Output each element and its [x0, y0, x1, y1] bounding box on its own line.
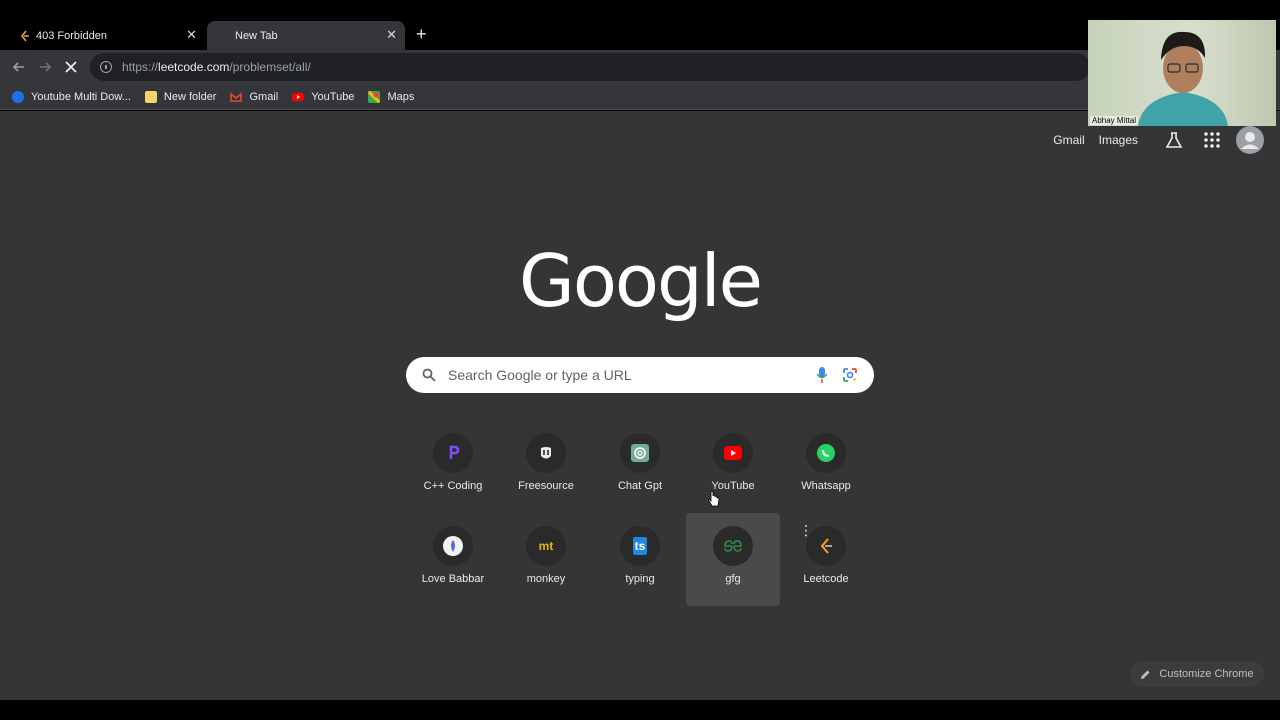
shortcut-leetcode[interactable]: Leetcode: [779, 513, 873, 606]
shortcut-gfg[interactable]: gfg ⋮: [686, 513, 813, 606]
shortcut-label: Leetcode: [803, 573, 849, 585]
shortcut-whatsapp[interactable]: Whatsapp: [779, 420, 873, 513]
close-tab-icon[interactable]: ✕: [186, 28, 197, 42]
shortcut-label: typing: [625, 573, 655, 585]
youtube-icon: [292, 92, 305, 101]
bookmark-label: Maps: [387, 90, 415, 103]
top-links: Gmail Images: [1053, 126, 1264, 154]
shortcut-chat-gpt[interactable]: Chat Gpt: [593, 420, 687, 513]
bookmark-label: New folder: [163, 90, 217, 103]
account-avatar-icon[interactable]: [1236, 126, 1264, 154]
gfg-icon: [713, 526, 753, 566]
monkeytype-icon: mt: [526, 526, 566, 566]
new-tab-plus-icon[interactable]: +: [416, 24, 427, 44]
love-babbar-icon: [433, 526, 473, 566]
bookmark-label: Gmail: [249, 90, 279, 103]
tab-title: 403 Forbidden: [36, 29, 107, 42]
bookmark-youtube-multi-downloader[interactable]: Youtube Multi Dow...: [12, 90, 131, 103]
bookmark-label: YouTube: [311, 90, 355, 103]
shortcut-label: Whatsapp: [801, 480, 851, 492]
customize-chrome-button[interactable]: Customize Chrome: [1130, 661, 1264, 687]
forward-arrow-icon[interactable]: [36, 58, 54, 76]
shortcut-typing[interactable]: ts typing: [593, 513, 687, 606]
stop-loading-icon[interactable]: [62, 58, 80, 76]
shortcut-love-babbar[interactable]: Love Babbar: [406, 513, 500, 606]
tab-403-forbidden[interactable]: 403 Forbidden ✕: [0, 21, 205, 50]
webcam-overlay: Abhay Mittal: [1088, 20, 1276, 126]
pencil-icon: [1141, 670, 1150, 679]
gmail-link[interactable]: Gmail: [1053, 133, 1084, 147]
site-info-icon[interactable]: [100, 61, 112, 73]
shortcut-label: Freesource: [518, 480, 574, 492]
search-box[interactable]: [406, 357, 874, 393]
tab-new-tab[interactable]: New Tab ✕: [207, 21, 405, 50]
maps-icon: [368, 90, 381, 103]
address-bar[interactable]: https://leetcode.com/problemset/all/: [90, 53, 1090, 81]
customize-label: Customize Chrome: [1159, 668, 1254, 680]
shortcut-freesource[interactable]: Freesource: [499, 420, 593, 513]
shortcut-label: YouTube: [711, 480, 755, 492]
google-lens-icon[interactable]: [842, 367, 858, 383]
shortcut-label: Chat Gpt: [617, 480, 663, 492]
cpp-coding-icon: [433, 433, 473, 473]
whatsapp-icon: [806, 433, 846, 473]
search-input[interactable]: [448, 367, 798, 383]
downloader-icon: [12, 90, 24, 103]
google-logo: Google: [519, 239, 763, 323]
shortcut-label: Love Babbar: [421, 573, 485, 585]
person-video-feed: [1138, 31, 1228, 126]
new-tab-page: Gmail Images Google C++ Coding Freesourc…: [0, 111, 1280, 700]
shortcut-youtube[interactable]: YouTube: [686, 420, 780, 513]
bookmark-gmail[interactable]: Gmail: [230, 91, 278, 103]
gmail-icon: [230, 91, 243, 102]
participant-name: Abhay Mittal: [1090, 116, 1139, 125]
url-text: https://leetcode.com/problemset/all/: [122, 60, 311, 74]
bookmark-new-folder[interactable]: New folder: [144, 90, 217, 103]
bookmark-youtube[interactable]: YouTube: [292, 91, 354, 103]
shortcut-cpp-coding[interactable]: C++ Coding: [406, 420, 500, 513]
shortcut-monkey[interactable]: mt monkey: [499, 513, 593, 606]
shortcut-label: C++ Coding: [423, 480, 483, 492]
close-tab-icon[interactable]: ✕: [386, 28, 397, 42]
bookmark-maps[interactable]: Maps: [368, 90, 415, 103]
freesource-icon: [526, 433, 566, 473]
shortcut-label: gfg: [725, 573, 741, 585]
leetcode-favicon-icon: [20, 30, 29, 41]
back-arrow-icon[interactable]: [10, 58, 28, 76]
bookmark-label: Youtube Multi Dow...: [31, 90, 131, 103]
hand-cursor-icon: [708, 491, 720, 507]
images-link[interactable]: Images: [1099, 133, 1138, 147]
search-icon: [422, 368, 436, 382]
voice-search-mic-icon[interactable]: [816, 367, 828, 383]
folder-icon: [144, 90, 157, 103]
chatgpt-icon: [620, 433, 660, 473]
bottom-bar: [0, 700, 1280, 720]
leetcode-icon: [806, 526, 846, 566]
youtube-icon: [713, 433, 753, 473]
apps-grid-icon[interactable]: [1202, 130, 1222, 150]
typing-icon: ts: [620, 526, 660, 566]
shortcut-label: monkey: [526, 573, 566, 585]
tab-title: New Tab: [235, 29, 278, 42]
labs-flask-icon[interactable]: [1164, 130, 1184, 150]
